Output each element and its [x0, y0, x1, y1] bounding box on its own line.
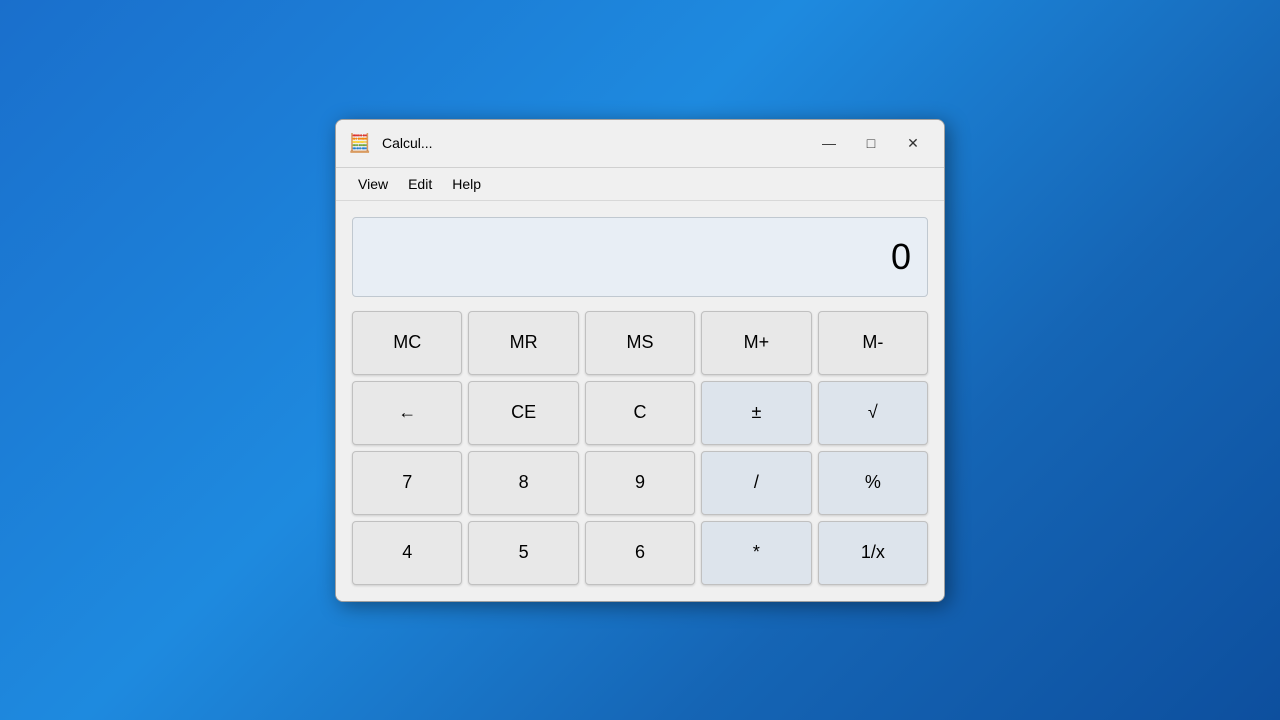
minimize-button[interactable]: —: [810, 129, 848, 157]
window-controls: — □ ✕: [810, 129, 932, 157]
display-value: 0: [891, 236, 911, 278]
close-button[interactable]: ✕: [894, 129, 932, 157]
7-button[interactable]: 7: [352, 451, 462, 515]
calculator-window: 🧮 Calcul... — □ ✕ View Edit Help 0 MC MR…: [335, 119, 945, 602]
9-button[interactable]: 9: [585, 451, 695, 515]
ce-button[interactable]: CE: [468, 381, 578, 445]
calc-body: 0 MC MR MS M+ M- ← CE C ± √ 7: [336, 201, 944, 601]
app-icon: 🧮: [348, 131, 372, 155]
menu-view[interactable]: View: [348, 172, 398, 196]
multiply-button[interactable]: *: [701, 521, 811, 585]
menu-bar: View Edit Help: [336, 168, 944, 201]
plusminus-button[interactable]: ±: [701, 381, 811, 445]
4-button[interactable]: 4: [352, 521, 462, 585]
title-bar: 🧮 Calcul... — □ ✕: [336, 120, 944, 168]
memory-row: MC MR MS M+ M-: [352, 311, 928, 375]
sqrt-button[interactable]: √: [818, 381, 928, 445]
mplus-button[interactable]: M+: [701, 311, 811, 375]
menu-edit[interactable]: Edit: [398, 172, 442, 196]
menu-help[interactable]: Help: [442, 172, 491, 196]
row-789: 7 8 9 / %: [352, 451, 928, 515]
backspace-button[interactable]: ←: [352, 381, 462, 445]
divide-button[interactable]: /: [701, 451, 811, 515]
reciprocal-button[interactable]: 1/x: [818, 521, 928, 585]
percent-button[interactable]: %: [818, 451, 928, 515]
row-456: 4 5 6 * 1/x: [352, 521, 928, 585]
ms-button[interactable]: MS: [585, 311, 695, 375]
6-button[interactable]: 6: [585, 521, 695, 585]
window-title: Calcul...: [382, 135, 810, 151]
mc-button[interactable]: MC: [352, 311, 462, 375]
control-row: ← CE C ± √: [352, 381, 928, 445]
c-button[interactable]: C: [585, 381, 695, 445]
buttons-grid: MC MR MS M+ M- ← CE C ± √ 7 8 9 / %: [352, 311, 928, 585]
5-button[interactable]: 5: [468, 521, 578, 585]
mr-button[interactable]: MR: [468, 311, 578, 375]
8-button[interactable]: 8: [468, 451, 578, 515]
maximize-button[interactable]: □: [852, 129, 890, 157]
mminus-button[interactable]: M-: [818, 311, 928, 375]
display: 0: [352, 217, 928, 297]
